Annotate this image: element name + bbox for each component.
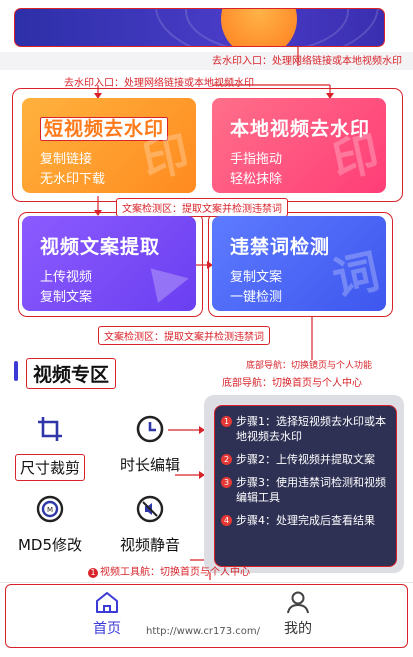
annotation-copy-detect: 文案检测区：提取文案并检测违禁词 [98, 326, 270, 345]
svg-text:M: M [47, 506, 53, 514]
section-title: 视频专区 [26, 358, 117, 389]
tool-label: 尺寸裁剪 [14, 454, 85, 481]
clapper-icon: ▶ [147, 247, 194, 309]
md5-icon: M [35, 494, 65, 524]
annotation-bottom-nav: 底部导航：切换首页与个人中心 [222, 378, 362, 389]
card-subtitle: 复制文案 [230, 270, 283, 285]
seal-icon: 印 [327, 125, 384, 189]
mute-icon [135, 494, 165, 524]
tool-label: MD5修改 [17, 536, 83, 554]
tool-md5-modify[interactable]: M MD5修改 [0, 494, 100, 555]
home-icon [96, 592, 118, 613]
bottom-nav-outline [5, 584, 408, 648]
card-title: 视频文案提取 [40, 236, 161, 258]
annotation-tool-nav: 1 视频工具航：切换首页与个人中心 [88, 563, 250, 578]
watermark-url: http://www.cr173.com/ [146, 626, 261, 637]
nav-home[interactable]: 首页 [77, 590, 137, 638]
card-local-video-watermark[interactable]: 本地视频去水印 手指拖动 轻松抹除 印 [212, 98, 386, 193]
step-item: 3 步骤3：使用违禁词检测和视频编辑工具 [221, 475, 390, 505]
card-short-video-watermark[interactable]: 短视频去水印 复制链接 无水印下载 印 [22, 98, 196, 193]
step-item: 1 步骤1：选择短视频去水印或本地视频去水印 [221, 414, 390, 444]
tool-duration-edit[interactable]: 时长编辑 [100, 414, 200, 475]
steps-panel: 1 步骤1：选择短视频去水印或本地视频去水印 2 步骤2：上传视频并提取文案 3 步骤… [214, 405, 397, 567]
tool-crop[interactable]: 尺寸裁剪 [0, 414, 100, 481]
card-subtitle: 上传视频 [40, 270, 93, 285]
annotation-bottom-nav: 底部导航：切换镜页与个人功能 [246, 361, 373, 371]
card-subtitle: 手指拖动 [230, 152, 283, 167]
step-item: 4 步骤4：处理完成后查看结果 [221, 513, 390, 528]
seal-icon: 印 [137, 125, 194, 189]
tool-video-mute[interactable]: 视频静音 [100, 494, 200, 555]
user-icon [287, 591, 309, 614]
card-forbidden-word-detect[interactable]: 违禁词检测 复制文案 一键检测 词 [212, 216, 386, 311]
tool-label: 视频静音 [119, 536, 180, 554]
card-video-copy-extract[interactable]: 视频文案提取 上传视频 复制文案 ▶ [22, 216, 196, 311]
crop-icon [35, 414, 65, 444]
card-subtitle: 复制链接 [40, 152, 93, 167]
word-icon: 词 [327, 243, 384, 307]
card-subtitle: 复制文案 [40, 290, 93, 305]
card-subtitle: 轻松抹除 [230, 172, 283, 187]
annotation-copy-detect: 文案检测区：提取文案并检测违禁词 [116, 198, 288, 217]
clock-icon [135, 414, 165, 444]
card-subtitle: 无水印下载 [40, 172, 106, 187]
card-subtitle: 一键检测 [230, 290, 283, 305]
step-item: 2 步骤2：上传视频并提取文案 [221, 452, 390, 467]
card-title: 违禁词检测 [230, 236, 331, 258]
tool-label: 时长编辑 [119, 456, 180, 474]
section-accent-bar [14, 361, 18, 381]
nav-home-label: 首页 [93, 621, 121, 637]
nav-mine-label: 我的 [284, 621, 312, 637]
nav-mine[interactable]: 我的 [268, 590, 328, 638]
